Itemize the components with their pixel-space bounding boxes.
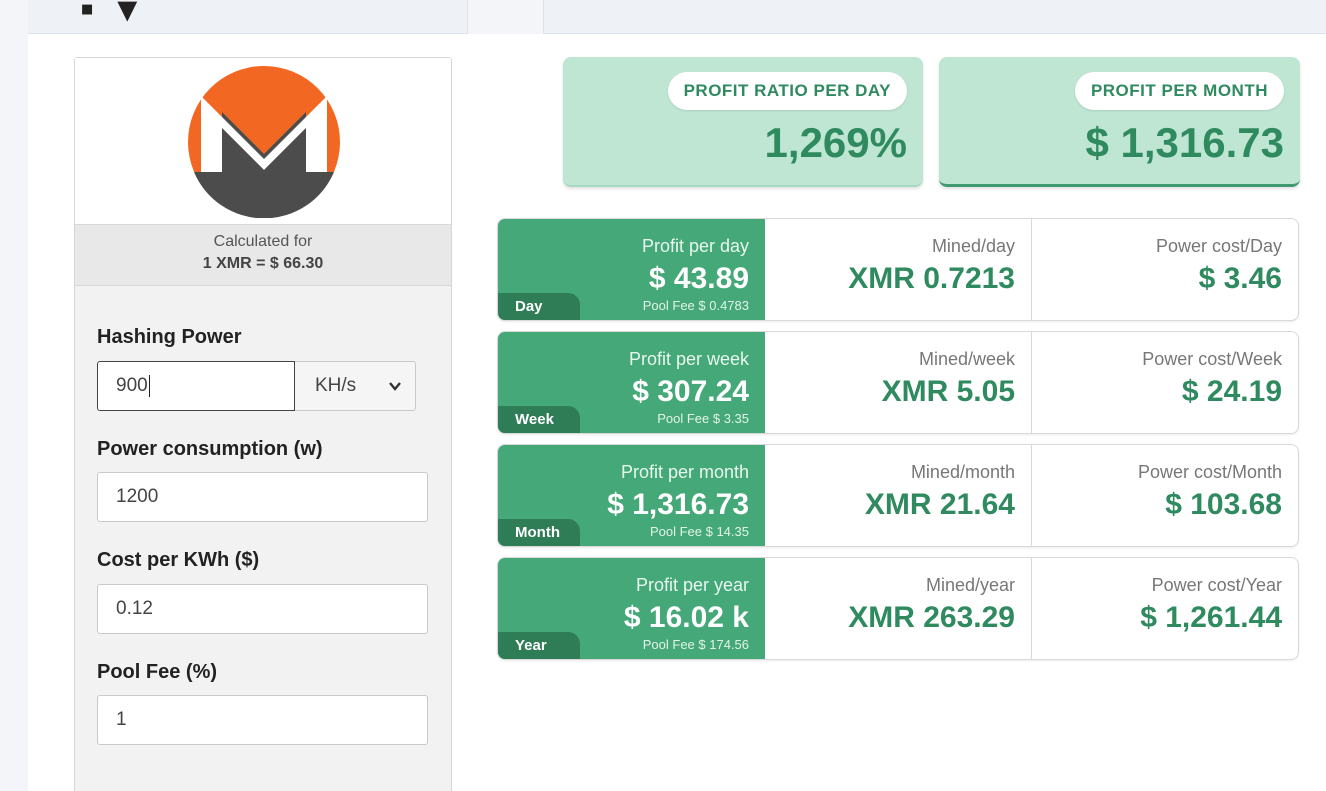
profit-month-value: $ 1,316.73: [1085, 119, 1284, 166]
hashing-power-label: Hashing Power: [97, 326, 242, 348]
period-tag: Month: [498, 519, 580, 546]
profit-label: Profit per week: [628, 349, 749, 369]
mined-label: Mined/day: [931, 236, 1015, 256]
exchange-rate: 1 XMR = $ 66.30: [202, 255, 324, 272]
profit-value: $ 307.24: [632, 375, 749, 408]
pool-fee-input[interactable]: 1: [97, 695, 428, 745]
pool-fee-value: 1: [116, 709, 127, 730]
power-consumption-value: 1200: [116, 486, 159, 507]
hashing-power-value: 900: [116, 375, 148, 396]
period-row-year: Profit per year $ 16.02 k Pool Fee $ 174…: [497, 557, 1299, 660]
mined-cell: Mined/day XMR 0.7213: [765, 219, 1032, 320]
power-cost-label: Power cost/Day: [1155, 236, 1282, 256]
profit-label: Profit per day: [641, 236, 749, 256]
profit-value: $ 16.02 k: [623, 601, 749, 634]
power-cost-value: $ 1,261.44: [1140, 601, 1282, 634]
period-tag: Day: [498, 293, 580, 320]
period-row-week: Profit per week $ 307.24 Pool Fee $ 3.35…: [497, 331, 1299, 434]
profit-value: $ 43.89: [648, 262, 749, 295]
mined-value: XMR 263.29: [848, 601, 1015, 634]
text-caret: [148, 375, 150, 397]
page-gutter: [0, 0, 28, 791]
mined-label: Mined/week: [918, 349, 1015, 369]
chevron-down-icon: [389, 382, 401, 391]
profit-cell: Profit per day $ 43.89 Pool Fee $ 0.4783…: [498, 219, 765, 320]
cost-per-kwh-value: 0.12: [116, 598, 153, 619]
profit-ratio-value: 1,269%: [764, 119, 907, 166]
profit-month-label: PROFIT PER MONTH: [1074, 72, 1284, 110]
profit-value: $ 1,316.73: [607, 488, 749, 521]
period-tag: Week: [498, 406, 580, 433]
profit-ratio-card: PROFIT RATIO PER DAY 1,269%: [563, 57, 923, 187]
hash-unit-value: KH/s: [315, 375, 357, 396]
mined-label: Mined/month: [910, 462, 1015, 482]
calculated-for-label: Calculated for: [213, 233, 313, 250]
power-cost-label: Power cost/Year: [1151, 575, 1282, 595]
profit-cell: Profit per year $ 16.02 k Pool Fee $ 174…: [498, 558, 765, 659]
cropped-heading-glyph: ▪ ▾: [80, 0, 144, 31]
power-cost-value: $ 3.46: [1198, 262, 1282, 295]
power-cost-cell: Power cost/Week $ 24.19: [1032, 332, 1298, 433]
mined-value: XMR 21.64: [864, 488, 1015, 521]
exchange-rate-box: Calculated for 1 XMR = $ 66.30: [75, 224, 451, 286]
mined-cell: Mined/week XMR 5.05: [765, 332, 1032, 433]
power-cost-cell: Power cost/Day $ 3.46: [1032, 219, 1298, 320]
power-consumption-input[interactable]: 1200: [97, 472, 428, 522]
power-consumption-label: Power consumption (w): [97, 438, 323, 460]
mined-value: XMR 5.05: [881, 375, 1015, 408]
mined-value: XMR 0.7213: [848, 262, 1015, 295]
period-tag: Year: [498, 632, 580, 659]
power-cost-cell: Power cost/Month $ 103.68: [1032, 445, 1298, 546]
profit-label: Profit per month: [620, 462, 749, 482]
profit-label: Profit per year: [635, 575, 749, 595]
cost-per-kwh-label: Cost per KWh ($): [97, 549, 260, 571]
calculator-card: Calculated for 1 XMR = $ 66.30 Hashing P…: [74, 57, 452, 791]
cost-per-kwh-input[interactable]: 0.12: [97, 584, 428, 634]
pool-fee-label: Pool Fee (%): [97, 661, 218, 683]
profit-cell: Profit per week $ 307.24 Pool Fee $ 3.35…: [498, 332, 765, 433]
period-row-day: Profit per day $ 43.89 Pool Fee $ 0.4783…: [497, 218, 1299, 321]
hashing-power-input[interactable]: 900: [97, 361, 295, 411]
power-cost-value: $ 24.19: [1181, 375, 1282, 408]
monero-logo-icon: [188, 66, 340, 218]
mined-label: Mined/year: [925, 575, 1015, 595]
header-panel-right: [543, 0, 1326, 34]
power-cost-label: Power cost/Week: [1142, 349, 1282, 369]
profit-month-card: PROFIT PER MONTH $ 1,316.73: [939, 57, 1300, 187]
mined-cell: Mined/year XMR 263.29: [765, 558, 1032, 659]
profit-cell: Profit per month $ 1,316.73 Pool Fee $ 1…: [498, 445, 765, 546]
coin-logo-area: [75, 58, 451, 224]
power-cost-label: Power cost/Month: [1137, 462, 1282, 482]
power-cost-cell: Power cost/Year $ 1,261.44: [1032, 558, 1298, 659]
period-row-month: Profit per month $ 1,316.73 Pool Fee $ 1…: [497, 444, 1299, 547]
mined-cell: Mined/month XMR 21.64: [765, 445, 1032, 546]
power-cost-value: $ 103.68: [1165, 488, 1282, 521]
profit-ratio-label: PROFIT RATIO PER DAY: [667, 72, 907, 110]
hash-unit-select[interactable]: KH/s: [295, 361, 416, 411]
header-panel-left: ▪ ▾: [28, 0, 468, 34]
